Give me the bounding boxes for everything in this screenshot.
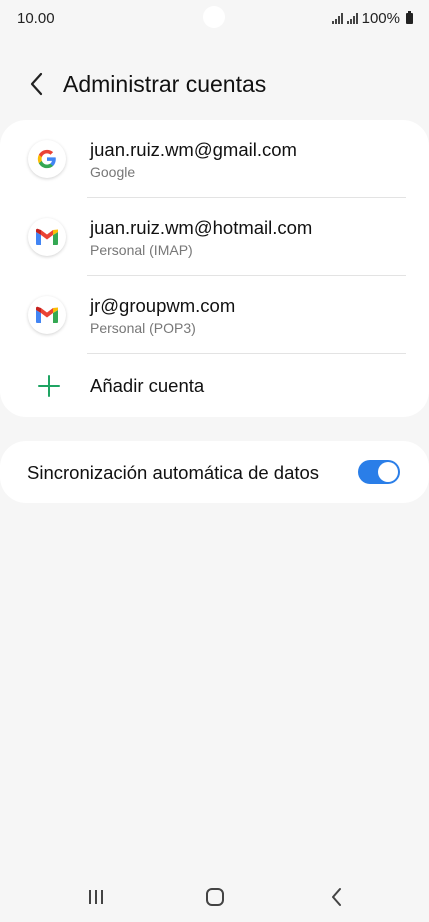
auto-sync-toggle[interactable] [358,460,400,484]
account-item-groupwm[interactable]: jr@groupwm.com Personal (POP3) [0,276,429,354]
status-time: 10.00 [17,10,55,27]
app-header: Administrar cuentas [0,60,429,110]
back-icon [332,888,341,906]
add-account-button[interactable]: Añadir cuenta [0,356,429,416]
sync-card: Sincronización automática de datos [0,441,429,503]
account-type: Personal (IMAP) [90,242,193,258]
back-button[interactable] [22,70,50,98]
nav-back-button[interactable] [321,882,351,912]
account-email: jr@groupwm.com [90,295,236,316]
recents-icon [89,890,103,904]
navigation-bar [0,870,429,922]
signal-icon [346,13,358,24]
gmail-icon [28,218,66,256]
account-email: juan.ruiz.wm@gmail.com [90,139,297,160]
plus-icon [38,375,60,397]
recents-button[interactable] [81,882,111,912]
signal-icon [331,13,343,24]
status-indicators: 100% [331,10,413,27]
toggle-knob [378,462,398,482]
status-bar: 10.00 100% [0,0,429,36]
account-type: Personal (POP3) [90,320,196,336]
sync-label: Sincronización automática de datos [27,462,320,483]
camera-cutout [203,6,225,28]
page-title: Administrar cuentas [63,71,267,97]
account-email: juan.ruiz.wm@hotmail.com [90,217,313,238]
chevron-left-icon [30,72,43,96]
home-icon [206,888,224,906]
battery-percent: 100% [361,10,400,27]
google-icon [28,140,66,178]
add-account-label: Añadir cuenta [90,375,205,396]
account-item-hotmail[interactable]: juan.ruiz.wm@hotmail.com Personal (IMAP) [0,198,429,276]
divider [87,353,406,354]
home-button[interactable] [200,882,230,912]
battery-icon [406,11,413,24]
accounts-card: juan.ruiz.wm@gmail.com Google juan.ruiz.… [0,120,429,417]
gmail-icon [28,296,66,334]
account-type: Google [90,164,136,180]
account-item-gmail[interactable]: juan.ruiz.wm@gmail.com Google [0,120,429,198]
